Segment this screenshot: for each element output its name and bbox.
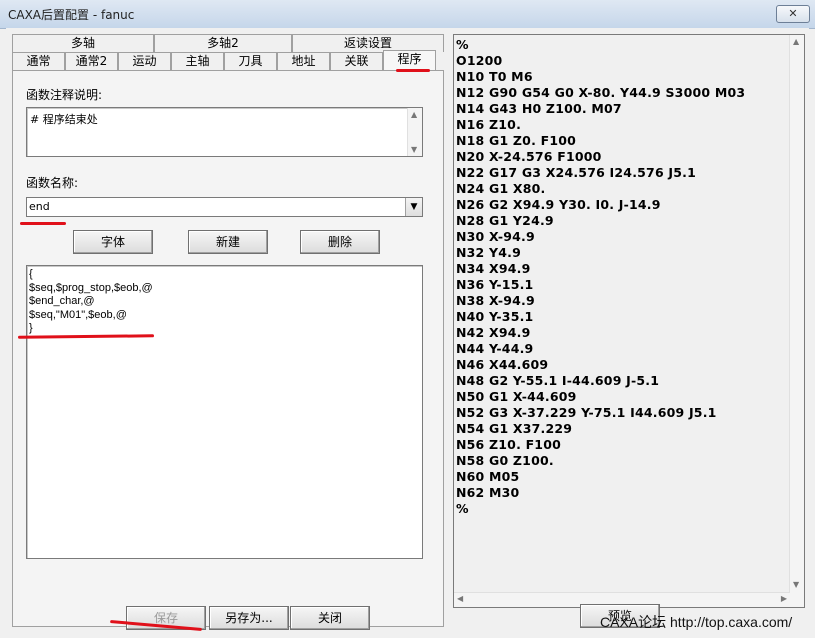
nc-line: N32 Y4.9 <box>456 245 522 260</box>
window-titlebar: CAXA后置配置 - fanuc ✕ <box>0 0 815 29</box>
tab-multi-axis[interactable]: 多轴 <box>12 34 154 52</box>
scroll-right-icon[interactable]: ▶ <box>781 594 787 603</box>
nc-line: N46 X44.609 <box>456 357 549 372</box>
body-line: $seq,$prog_stop,$eob,@ <box>29 281 153 294</box>
scroll-left-icon[interactable]: ◀ <box>457 594 463 603</box>
nc-line: N54 G1 X37.229 <box>456 421 573 436</box>
comment-label: 函数注释说明: <box>26 88 103 102</box>
nc-line: N42 X94.9 <box>456 325 531 340</box>
window-title: CAXA后置配置 - fanuc <box>8 8 135 22</box>
site-watermark: CAXA论坛 http://top.caxa.com/ <box>600 614 793 630</box>
close-button[interactable]: 关闭 <box>290 606 370 630</box>
nc-line: N60 M05 <box>456 469 520 484</box>
tab-address[interactable]: 地址 <box>277 52 330 70</box>
font-button[interactable]: 字体 <box>73 230 153 254</box>
nc-line: N56 Z10. F100 <box>456 437 561 452</box>
nc-line: N12 G90 G54 G0 X-80. Y44.9 S3000 M03 <box>456 85 746 100</box>
annotation-underline-tab <box>396 69 430 72</box>
nc-line: N28 G1 Y24.9 <box>456 213 554 228</box>
nc-line: N38 X-94.9 <box>456 293 535 308</box>
function-body-text: {$seq,$prog_stop,$eob,@ $end_char,@ $seq,"… <box>29 268 153 336</box>
nc-line: N62 M30 <box>456 485 520 500</box>
nc-line: N36 Y-15.1 <box>456 277 534 292</box>
tab-general[interactable]: 通常 <box>12 52 65 70</box>
nc-line: N30 X-94.9 <box>456 229 535 244</box>
comment-textarea[interactable]: # 程序结束处 ▲ ▼ <box>26 107 423 157</box>
tab-association[interactable]: 关联 <box>330 52 383 70</box>
dialog-client: 多轴 多轴2 返读设置 通常 通常2 运动 主轴 刀具 地址 关联 程序 函数注… <box>6 28 809 638</box>
nc-line: N26 G2 X94.9 Y30. I0. J-14.9 <box>456 197 661 212</box>
scroll-down-icon[interactable]: ▼ <box>411 145 417 154</box>
comment-text: # 程序结束处 <box>30 113 98 126</box>
comment-scrollbar[interactable]: ▲ ▼ <box>407 108 422 156</box>
scroll-up-icon[interactable]: ▲ <box>411 110 417 119</box>
save-as-button[interactable]: 另存为... <box>209 606 289 630</box>
nc-line: N58 G0 Z100. <box>456 453 554 468</box>
nc-line: N22 G17 G3 X24.576 I24.576 J5.1 <box>456 165 696 180</box>
nc-line: N18 G1 Z0. F100 <box>456 133 577 148</box>
program-tab-panel: 函数注释说明: # 程序结束处 ▲ ▼ 函数名称: end ▼ 字体 新建 删除… <box>12 70 444 630</box>
nc-line: N44 Y-44.9 <box>456 341 534 356</box>
tab-tool[interactable]: 刀具 <box>224 52 277 70</box>
nc-line: N52 G3 X-37.229 Y-75.1 I44.609 J5.1 <box>456 405 717 420</box>
scroll-up-icon[interactable]: ▲ <box>793 37 799 46</box>
body-line: $end_char,@ <box>29 295 95 307</box>
tab-spindle[interactable]: 主轴 <box>171 52 224 70</box>
function-body-editor[interactable]: {$seq,$prog_stop,$eob,@ $end_char,@ $seq,"… <box>26 265 423 559</box>
body-line: } <box>29 322 33 334</box>
chevron-down-icon[interactable]: ▼ <box>405 198 422 216</box>
nc-line: N16 Z10. <box>456 117 522 132</box>
close-icon[interactable]: ✕ <box>776 5 810 23</box>
nc-line: N50 G1 X-44.609 <box>456 389 577 404</box>
delete-button[interactable]: 删除 <box>300 230 380 254</box>
nc-line: N40 Y-35.1 <box>456 309 534 324</box>
nc-line: N34 X94.9 <box>456 261 531 276</box>
nc-line: N24 G1 X80. <box>456 181 546 196</box>
nc-line: N14 G43 H0 Z100. M07 <box>456 101 622 116</box>
tab-motion[interactable]: 运动 <box>118 52 171 70</box>
nc-line: % <box>456 501 469 516</box>
function-name-label: 函数名称: <box>26 176 79 190</box>
scroll-down-icon[interactable]: ▼ <box>793 580 799 589</box>
nc-line: O1200 <box>456 53 503 68</box>
nc-line: % <box>456 37 469 52</box>
function-name-value: end <box>29 200 50 213</box>
nc-line: N20 X-24.576 F1000 <box>456 149 602 164</box>
tab-row-bottom: 通常 通常2 运动 主轴 刀具 地址 关联 程序 <box>12 50 442 70</box>
nc-vertical-scrollbar[interactable]: ▲ ▼ <box>789 35 804 607</box>
nc-program-listing[interactable]: % O1200 N10 T0 M6 N12 G90 G54 G0 X-80. Y44.… <box>453 34 805 608</box>
nc-line: N48 G2 Y-55.1 I-44.609 J-5.1 <box>456 373 660 388</box>
new-button[interactable]: 新建 <box>188 230 268 254</box>
nc-line: N10 T0 M6 <box>456 69 533 84</box>
tab-general-2[interactable]: 通常2 <box>65 52 118 70</box>
function-name-select[interactable]: end ▼ <box>26 197 423 217</box>
body-line: $seq,"M01",$eob,@ <box>29 308 127 321</box>
body-line: { <box>29 268 33 280</box>
tab-program[interactable]: 程序 <box>383 50 436 70</box>
tab-multi-axis-2[interactable]: 多轴2 <box>154 34 292 52</box>
tab-row-top: 多轴 多轴2 返读设置 <box>12 34 444 52</box>
annotation-underline-name <box>20 222 66 225</box>
